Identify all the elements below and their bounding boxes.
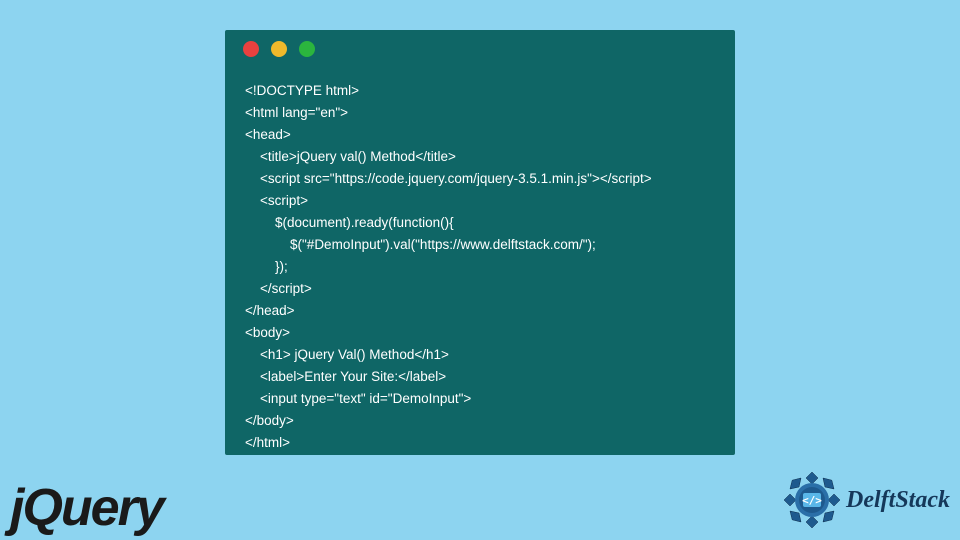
code-window: <!DOCTYPE html> <html lang="en"> <head> …: [225, 30, 735, 455]
delftstack-logo-text: DelftStack: [846, 487, 950, 514]
window-titlebar: [225, 30, 735, 68]
logo-bar: jQuery: [0, 460, 960, 540]
code-content: <!DOCTYPE html> <html lang="en"> <head> …: [225, 68, 735, 466]
delftstack-logo: </> DelftStack: [782, 470, 950, 530]
jquery-logo-text: jQuery: [10, 479, 163, 537]
delftstack-gear-icon: </>: [782, 470, 842, 530]
close-dot-icon: [243, 41, 259, 57]
maximize-dot-icon: [299, 41, 315, 57]
minimize-dot-icon: [271, 41, 287, 57]
svg-text:</>: </>: [802, 494, 822, 507]
jquery-logo: jQuery: [10, 478, 163, 538]
